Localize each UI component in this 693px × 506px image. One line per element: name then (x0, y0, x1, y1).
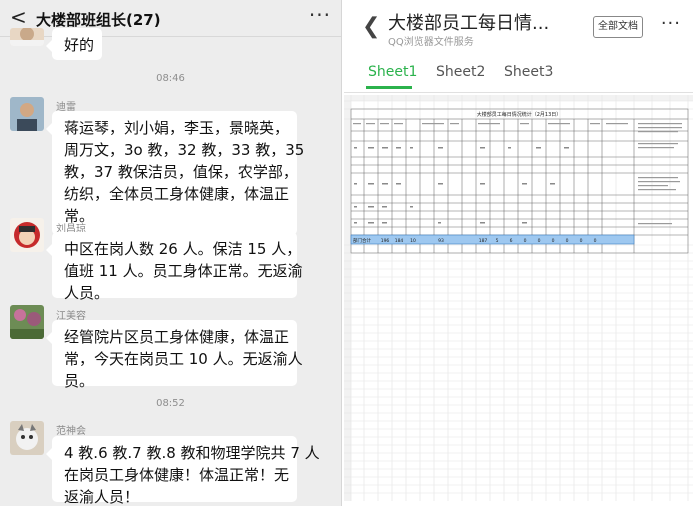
message-line: 员。 (64, 372, 95, 390)
message-bubble: 经管院片区员工身体健康，体温正 常，今天在岗员工 10 人。无返渝人 员。 (46, 320, 303, 390)
more-icon[interactable]: ··· (661, 13, 681, 34)
total-cell: 196 (381, 238, 390, 244)
timestamp: 08:52 (156, 398, 185, 409)
message-bubble: 蒋运琴，刘小娟，李玉，景晓英， 周万文，3o 教，32 教，33 教，35 教，… (46, 111, 305, 235)
total-cell: 6 (510, 238, 513, 244)
message-line: 中区在岗人数 26 人。保洁 15 人， (64, 240, 302, 258)
avatar[interactable] (10, 421, 44, 455)
avatar[interactable] (10, 305, 44, 339)
sender-name: 范神会 (56, 426, 86, 437)
avatar[interactable] (10, 28, 44, 46)
spreadsheet[interactable]: 大楼部员工每日情况统计（2月13日） 部门合计 196 184 10 93 18… (344, 95, 693, 501)
message-line: 经管院片区员工身体健康，体温正 (64, 328, 290, 346)
total-cell: 93 (438, 238, 444, 244)
message-line: 值班 11 人。员工身体正常。无返渝 (64, 262, 303, 280)
message-line: 蒋运琴，刘小娟，李玉，景晓英， (64, 119, 290, 137)
total-cell: 0 (566, 238, 569, 244)
total-cell: 187 (479, 238, 488, 244)
doc-header: ❮ 大楼部员工每日情... QQ浏览器文件服务 全部文档 ··· (344, 0, 693, 52)
total-cell: 5 (496, 238, 499, 244)
total-cell: 0 (594, 238, 597, 244)
total-cell: 10 (410, 238, 416, 244)
chat-panel: < 大楼部班组长(27) ··· 好的 08:46 迪雷 蒋运琴，刘小娟，李玉，… (0, 0, 342, 506)
total-cell: 184 (395, 238, 404, 244)
back-icon[interactable]: ❮ (362, 14, 380, 39)
avatar-image (10, 97, 44, 131)
sheet-title: 大楼部员工每日情况统计（2月13日） (477, 111, 562, 118)
back-icon[interactable]: < (10, 7, 27, 27)
active-tab-indicator (366, 86, 412, 89)
doc-subtitle: QQ浏览器文件服务 (388, 37, 474, 48)
message-line: 教，37 教保洁员，值保，农学部， (64, 163, 298, 181)
document-viewer: ❮ 大楼部员工每日情... QQ浏览器文件服务 全部文档 ··· Sheet1 … (344, 0, 693, 506)
tab-sheet1[interactable]: Sheet1 (368, 64, 417, 80)
avatar-image (10, 421, 44, 455)
message-line: 在岗员工身体健康！体温正常！无 (64, 466, 290, 484)
tab-sheet3[interactable]: Sheet3 (504, 64, 553, 80)
message-line: 周万文，3o 教，32 教，33 教，35 (64, 141, 305, 159)
avatar-image (10, 218, 44, 252)
total-cell: 0 (524, 238, 527, 244)
total-cell: 0 (552, 238, 555, 244)
avatar[interactable] (10, 218, 44, 252)
avatar-image (10, 305, 44, 339)
message-bubble: 中区在岗人数 26 人。保洁 15 人， 值班 11 人。员工身体正常。无返渝 … (46, 232, 303, 302)
sheet-tabs: Sheet1 Sheet2 Sheet3 (344, 56, 693, 93)
total-cell: 0 (580, 238, 583, 244)
total-cell: 0 (538, 238, 541, 244)
message-bubble: 4 教.6 教.7 教.8 教和物理学院共 7 人 在岗员工身体健康！体温正常！… (46, 436, 320, 506)
doc-title: 大楼部员工每日情... (388, 13, 550, 34)
message-text: 好的 (64, 36, 95, 54)
message-line: 返渝人员！ (64, 488, 140, 506)
message-line: 4 教.6 教.7 教.8 教和物理学院共 7 人 (64, 444, 320, 462)
all-docs-button[interactable]: 全部文档 (593, 16, 643, 38)
message-bubble: 好的 (46, 28, 102, 60)
totals-label: 部门合计 (353, 237, 371, 244)
message-line: 常。 (64, 207, 95, 225)
message-line: 纺织，全体员工身体健康，体温正 (64, 185, 290, 203)
message-line: 人员。 (64, 284, 110, 302)
message-line: 常，今天在岗员工 10 人。无返渝人 (64, 350, 303, 368)
avatar[interactable] (10, 97, 44, 131)
chat-title: 大楼部班组长(27) (36, 11, 161, 29)
avatar-image (10, 28, 44, 46)
timestamp: 08:46 (156, 73, 185, 84)
more-icon[interactable]: ··· (309, 3, 331, 27)
tab-sheet2[interactable]: Sheet2 (436, 64, 485, 80)
